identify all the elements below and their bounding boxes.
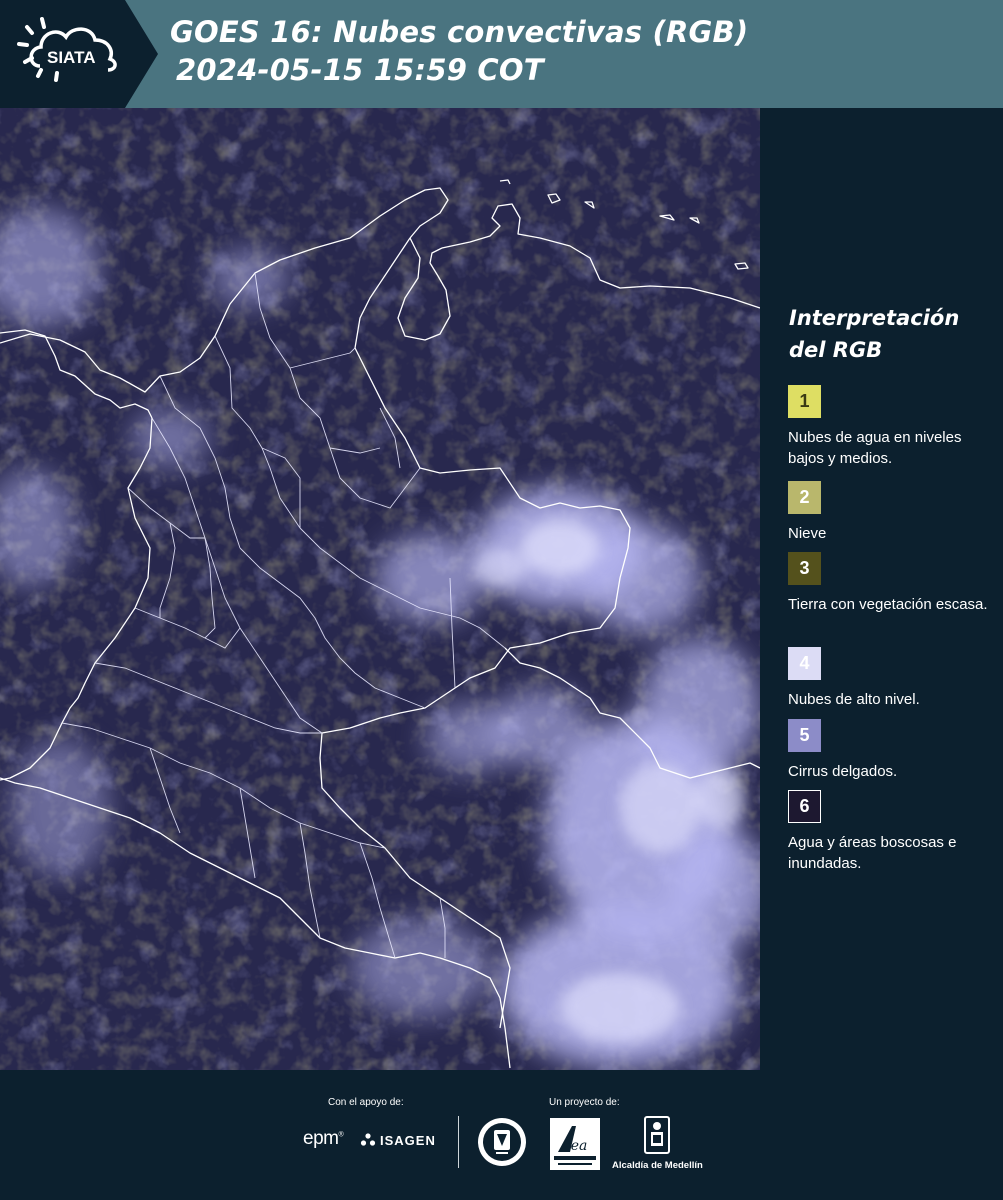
legend-swatch-2: 2 <box>788 481 821 514</box>
legend-swatch-5: 5 <box>788 719 821 752</box>
page-title: GOES 16: Nubes convectivas (RGB) <box>170 15 749 49</box>
alcaldia-crest-icon <box>644 1116 670 1154</box>
timestamp: 2024-05-15 15:59 COT <box>176 53 544 87</box>
alcaldia-logo[interactable]: Alcaldía de Medellín <box>612 1116 703 1171</box>
footer-divider <box>458 1116 459 1168</box>
legend-item-1: 1 Nubes de agua en niveles bajos y medio… <box>788 385 998 469</box>
isagen-icon <box>360 1133 376 1146</box>
medellin-seal-logo[interactable] <box>477 1117 527 1171</box>
support-label: Con el apoyo de: <box>328 1097 404 1108</box>
legend-panel: Interpretación del RGB 1 Nubes de agua e… <box>760 108 1003 1070</box>
legend-description: Nubes de agua en niveles bajos y medios. <box>788 429 962 467</box>
legend-item-6: 6 Agua y áreas boscosas e inundadas. <box>788 790 998 874</box>
legend-swatch-1: 1 <box>788 385 821 418</box>
area-metropolitana-logo[interactable]: rea <box>550 1118 600 1174</box>
satellite-map[interactable] <box>0 108 760 1070</box>
epm-logo[interactable]: epm® <box>303 1128 344 1150</box>
isagen-logo[interactable]: ISAGEN <box>360 1132 436 1148</box>
legend-description: Nubes de alto nivel. <box>788 691 920 708</box>
logo-text: SIATA <box>47 48 95 67</box>
legend-item-4: 4 Nubes de alto nivel. <box>788 647 998 710</box>
project-label: Un proyecto de: <box>549 1097 620 1108</box>
legend-description: Nieve <box>788 525 827 542</box>
alcaldia-text: Alcaldía de Medellín <box>612 1160 703 1171</box>
legend-item-2: 2 Nieve <box>788 481 998 544</box>
header-bar: SIATA GOES 16: Nubes convectivas (RGB) 2… <box>0 0 1003 108</box>
legend-description: Cirrus delgados. <box>788 763 898 780</box>
siata-logo[interactable]: SIATA <box>0 0 160 108</box>
footer: Con el apoyo de: Un proyecto de: epm® IS… <box>0 1070 1003 1200</box>
legend-description: Agua y áreas boscosas e inundadas. <box>788 834 957 872</box>
legend-swatch-6: 6 <box>788 790 821 823</box>
legend-item-5: 5 Cirrus delgados. <box>788 719 998 782</box>
svg-text:rea: rea <box>564 1138 587 1154</box>
legend-swatch-3: 3 <box>788 552 821 585</box>
legend-title: Interpretación del RGB <box>789 306 960 362</box>
legend-item-3: 3 Tierra con vegetación escasa. <box>788 552 998 615</box>
legend-description: Tierra con vegetación escasa. <box>788 596 988 613</box>
legend-swatch-4: 4 <box>788 647 821 680</box>
